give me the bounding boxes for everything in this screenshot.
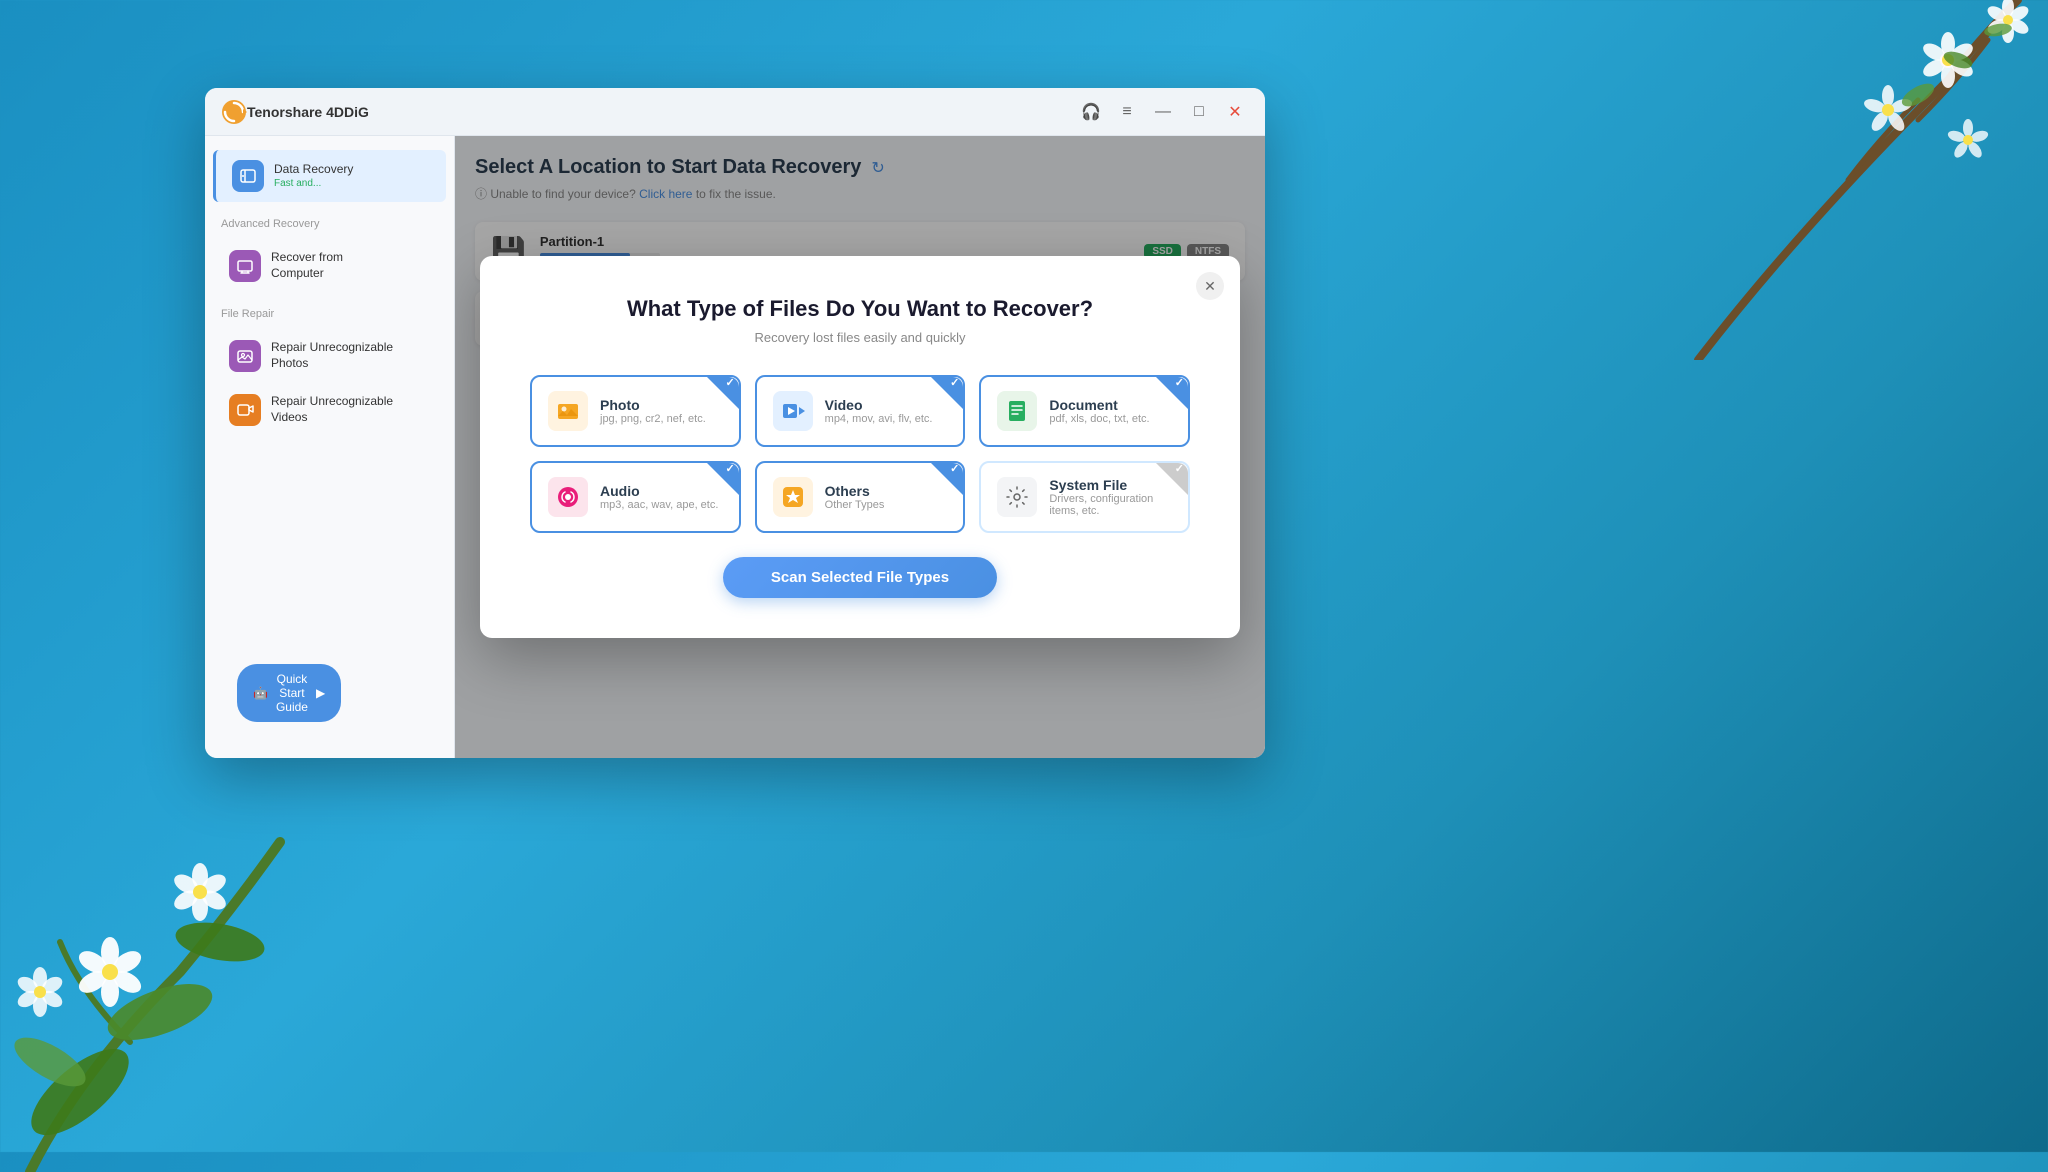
- window-body: Data Recovery Fast and... Advanced Recov…: [205, 136, 1265, 758]
- robot-icon: 🤖: [253, 686, 268, 700]
- system-icon: [997, 477, 1037, 517]
- modal-subtitle: Recovery lost files easily and quickly: [530, 330, 1190, 345]
- app-window: Tenorshare 4DDiG 🎧 ≡ — □ ✕ Data Re: [205, 88, 1265, 758]
- file-type-modal: ✕ What Type of Files Do You Want to Reco…: [480, 256, 1240, 638]
- others-icon: [773, 477, 813, 517]
- audio-name: Audio: [600, 483, 718, 499]
- audio-text: Audio mp3, aac, wav, ape, etc.: [600, 483, 718, 511]
- document-name: Document: [1049, 397, 1149, 413]
- headset-button[interactable]: 🎧: [1077, 98, 1105, 126]
- minimize-button[interactable]: —: [1149, 98, 1177, 126]
- file-type-card-document[interactable]: Document pdf, xls, doc, txt, etc.: [979, 375, 1190, 447]
- repair-videos-icon: [229, 394, 261, 426]
- others-ext: Other Types: [825, 499, 885, 511]
- audio-checkmark: [707, 463, 739, 495]
- modal-overlay[interactable]: ✕ What Type of Files Do You Want to Reco…: [455, 136, 1265, 758]
- photo-ext: jpg, png, cr2, nef, etc.: [600, 413, 706, 425]
- advanced-recovery-section-label: Advanced Recovery: [205, 210, 454, 238]
- sidebar-item-recover-computer[interactable]: Recover from Computer: [213, 240, 446, 292]
- sidebar-item-repair-photos[interactable]: Repair Unrecognizable Photos: [213, 330, 446, 382]
- document-ext: pdf, xls, doc, txt, etc.: [1049, 413, 1149, 425]
- data-recovery-icon: [232, 160, 264, 192]
- document-checkmark: [1156, 377, 1188, 409]
- file-type-card-photo[interactable]: Photo jpg, png, cr2, nef, etc.: [530, 375, 741, 447]
- recover-computer-label2: Computer: [271, 266, 343, 282]
- file-type-card-audio[interactable]: Audio mp3, aac, wav, ape, etc.: [530, 461, 741, 533]
- repair-photos-icon: [229, 340, 261, 372]
- repair-videos-label: Repair Unrecognizable: [271, 394, 393, 410]
- menu-button[interactable]: ≡: [1113, 98, 1141, 126]
- title-bar: Tenorshare 4DDiG 🎧 ≡ — □ ✕: [205, 88, 1265, 136]
- app-title: Tenorshare 4DDiG: [247, 104, 1077, 120]
- video-checkmark: [931, 377, 963, 409]
- recover-computer-text: Recover from Computer: [271, 250, 343, 281]
- audio-icon: [548, 477, 588, 517]
- system-text: System File Drivers, configuration items…: [1049, 477, 1172, 517]
- video-text: Video mp4, mov, avi, flv, etc.: [825, 397, 933, 425]
- recover-computer-icon: [229, 250, 261, 282]
- sidebar: Data Recovery Fast and... Advanced Recov…: [205, 136, 455, 758]
- others-checkmark: [931, 463, 963, 495]
- file-type-card-system[interactable]: System File Drivers, configuration items…: [979, 461, 1190, 533]
- modal-title: What Type of Files Do You Want to Recove…: [530, 296, 1190, 322]
- document-icon: [997, 391, 1037, 431]
- quick-start-button[interactable]: 🤖 Quick Start Guide ▶: [237, 664, 341, 722]
- repair-photos-label2: Photos: [271, 356, 393, 372]
- quick-start-label: Quick Start Guide: [276, 672, 308, 714]
- repair-videos-label2: Videos: [271, 410, 393, 426]
- recover-computer-label: Recover from: [271, 250, 343, 266]
- data-recovery-label: Data Recovery: [274, 162, 353, 178]
- data-recovery-text: Data Recovery Fast and...: [274, 162, 353, 191]
- data-recovery-sub: Fast and...: [274, 177, 353, 190]
- close-button[interactable]: ✕: [1221, 98, 1249, 126]
- sidebar-item-repair-videos[interactable]: Repair Unrecognizable Videos: [213, 384, 446, 436]
- sidebar-item-data-recovery[interactable]: Data Recovery Fast and...: [213, 150, 446, 202]
- photo-name: Photo: [600, 397, 706, 413]
- others-name: Others: [825, 483, 885, 499]
- file-type-card-others[interactable]: Others Other Types: [755, 461, 966, 533]
- document-text: Document pdf, xls, doc, txt, etc.: [1049, 397, 1149, 425]
- file-repair-section-label: File Repair: [205, 300, 454, 328]
- system-checkmark: [1156, 463, 1188, 495]
- repair-videos-text: Repair Unrecognizable Videos: [271, 394, 393, 425]
- main-content: Select A Location to Start Data Recovery…: [455, 136, 1265, 758]
- photo-checkmark: [707, 377, 739, 409]
- maximize-button[interactable]: □: [1185, 98, 1213, 126]
- file-type-grid: Photo jpg, png, cr2, nef, etc.: [530, 375, 1190, 533]
- file-type-card-video[interactable]: Video mp4, mov, avi, flv, etc.: [755, 375, 966, 447]
- photo-icon: [548, 391, 588, 431]
- app-logo-icon: [221, 99, 247, 125]
- scan-button[interactable]: Scan Selected File Types: [723, 557, 997, 598]
- repair-photos-text: Repair Unrecognizable Photos: [271, 340, 393, 371]
- system-ext: Drivers, configuration items, etc.: [1049, 493, 1172, 517]
- system-name: System File: [1049, 477, 1172, 493]
- repair-photos-label: Repair Unrecognizable: [271, 340, 393, 356]
- modal-close-button[interactable]: ✕: [1196, 272, 1224, 300]
- video-name: Video: [825, 397, 933, 413]
- audio-ext: mp3, aac, wav, ape, etc.: [600, 499, 718, 511]
- video-icon: [773, 391, 813, 431]
- window-controls: 🎧 ≡ — □ ✕: [1077, 98, 1249, 126]
- photo-text: Photo jpg, png, cr2, nef, etc.: [600, 397, 706, 425]
- video-ext: mp4, mov, avi, flv, etc.: [825, 413, 933, 425]
- others-text: Others Other Types: [825, 483, 885, 511]
- arrow-icon: ▶: [316, 686, 325, 700]
